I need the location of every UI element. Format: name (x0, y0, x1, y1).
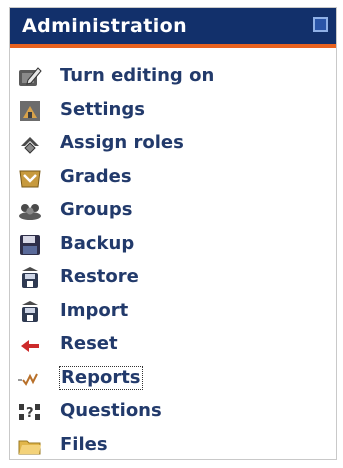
menu-item-label[interactable]: Grades (60, 166, 132, 188)
menu-item-label[interactable]: Turn editing on (60, 65, 214, 87)
menu-item-assign-roles[interactable]: Assign roles (10, 127, 336, 161)
backup-icon (18, 233, 42, 257)
settings-icon (18, 99, 42, 123)
grades-icon (18, 166, 42, 190)
import-icon (18, 300, 42, 324)
menu-item-questions[interactable]: ? Questions (10, 395, 336, 429)
edit-icon (18, 65, 42, 89)
reports-icon (18, 367, 42, 391)
block-header: Administration (10, 8, 336, 44)
menu-item-label[interactable]: Backup (60, 233, 134, 255)
menu-item-import[interactable]: Import (10, 295, 336, 329)
files-icon (18, 434, 42, 458)
menu-item-label[interactable]: Assign roles (60, 132, 184, 154)
menu-item-turn-editing-on[interactable]: Turn editing on (10, 60, 336, 94)
menu-item-grades[interactable]: Grades (10, 161, 336, 195)
menu-item-reports[interactable]: Reports (10, 362, 336, 396)
menu-item-label[interactable]: Import (60, 300, 128, 322)
admin-menu: Turn editing on Settings Assign roles Gr… (10, 60, 336, 462)
menu-item-label[interactable]: Files (60, 434, 108, 456)
menu-item-backup[interactable]: Backup (10, 228, 336, 262)
menu-item-restore[interactable]: Restore (10, 261, 336, 295)
menu-item-label[interactable]: Reports (59, 365, 143, 390)
header-divider (10, 44, 336, 48)
groups-icon (18, 199, 42, 223)
reset-icon (18, 333, 42, 357)
menu-item-label[interactable]: Restore (60, 266, 139, 288)
menu-item-settings[interactable]: Settings (10, 94, 336, 128)
menu-item-label[interactable]: Reset (60, 333, 118, 355)
menu-item-label[interactable]: Settings (60, 99, 145, 121)
assign-roles-icon (18, 132, 42, 156)
menu-item-groups[interactable]: Groups (10, 194, 336, 228)
svg-text:?: ? (26, 406, 34, 421)
menu-item-reset[interactable]: Reset (10, 328, 336, 362)
menu-item-label[interactable]: Questions (60, 400, 162, 422)
menu-item-label[interactable]: Groups (60, 199, 132, 221)
questions-icon: ? (18, 400, 42, 424)
restore-icon (18, 266, 42, 290)
administration-block: Administration Turn editing on Settings … (9, 7, 337, 460)
hide-block-toggle-icon[interactable] (313, 17, 328, 32)
block-title: Administration (22, 15, 188, 37)
menu-item-files[interactable]: Files (10, 429, 336, 463)
